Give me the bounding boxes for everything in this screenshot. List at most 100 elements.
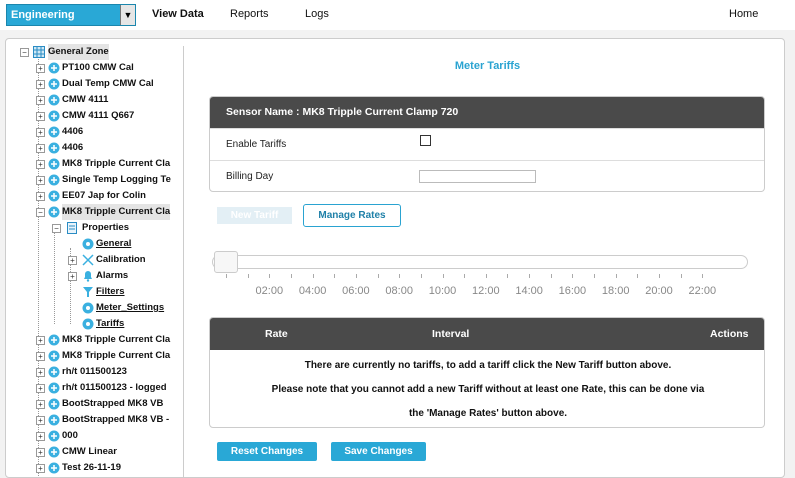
expand-icon[interactable]: + (36, 176, 45, 185)
slider-tick (247, 274, 249, 278)
expand-icon[interactable]: + (36, 80, 45, 89)
panel-divider (183, 46, 184, 478)
expand-icon[interactable]: + (36, 400, 45, 409)
expand-icon[interactable]: + (36, 160, 45, 169)
tree-label: rh/t 011500123 (62, 366, 127, 377)
table-header: Rate Interval Actions (210, 318, 764, 350)
expand-icon[interactable]: + (36, 448, 45, 457)
save-changes-button[interactable]: Save Changes (331, 442, 426, 461)
tree-label: BootStrapped MK8 VB (62, 398, 164, 409)
page-title: Meter Tariffs (454, 60, 521, 72)
tree-label: MK8 Tripple Current Cla (62, 158, 171, 169)
sensor-icon (48, 190, 60, 202)
nav-home[interactable]: Home (729, 8, 758, 20)
slider-tick (355, 274, 357, 278)
empty-message-1: There are currently no tariffs, to add a… (304, 360, 672, 371)
interval-header: Interval (432, 328, 470, 340)
expand-icon[interactable]: + (36, 112, 45, 121)
expand-icon[interactable]: + (36, 432, 45, 441)
slider-tick (550, 274, 552, 278)
sensor-name: Sensor Name : MK8 Tripple Current Clamp … (210, 97, 764, 128)
expand-icon[interactable]: + (36, 192, 45, 201)
slider-tick-label: 10:00 (428, 285, 457, 297)
new-tariff-button[interactable]: New Tariff (217, 207, 292, 224)
collapse-icon[interactable]: − (20, 48, 29, 57)
sensor-icon (48, 94, 60, 106)
grid-icon (33, 46, 45, 58)
manage-rates-button[interactable]: Manage Rates (303, 204, 401, 227)
slider-tick-label: 02:00 (255, 285, 284, 297)
tariff-table: Rate Interval Actions There are currentl… (209, 317, 765, 428)
actions-header: Actions (710, 328, 749, 340)
slider-tick-label: 12:00 (472, 285, 500, 297)
expand-icon[interactable]: + (36, 368, 45, 377)
sensor-icon (48, 462, 60, 474)
tree-label: CMW 4111 (62, 94, 109, 105)
collapse-icon[interactable]: − (52, 224, 61, 233)
top-bar: Engineering ▼ View Data Reports Logs Hom… (0, 0, 795, 30)
tree-label: BootStrapped MK8 VB - (62, 414, 170, 425)
time-slider-handle[interactable] (214, 251, 238, 273)
tree-label: Filters (96, 286, 125, 297)
sensor-icon (48, 382, 60, 394)
department-select[interactable]: Engineering ▼ (6, 4, 136, 26)
expand-icon[interactable]: + (36, 384, 45, 393)
sensor-icon (48, 334, 60, 346)
expand-icon[interactable]: + (36, 352, 45, 361)
tree-label: rh/t 011500123 - logged (62, 382, 167, 393)
sensor-icon (48, 430, 60, 442)
expand-icon[interactable]: + (36, 464, 45, 473)
enable-tariffs-checkbox[interactable] (420, 135, 431, 146)
sensor-icon (48, 78, 60, 90)
meter-icon (82, 302, 94, 314)
expand-icon[interactable]: + (68, 272, 77, 281)
tree-line (54, 232, 55, 324)
tree-label: 4406 (62, 142, 84, 153)
tree-label: MK8 Tripple Current Cla (62, 350, 171, 361)
sensor-icon (48, 414, 60, 426)
reset-changes-button[interactable]: Reset Changes (217, 442, 317, 461)
nav-view-data[interactable]: View Data (152, 8, 204, 20)
expand-icon[interactable]: + (36, 128, 45, 137)
calibration-icon (82, 254, 94, 266)
empty-message-3: the 'Manage Rates' button above. (408, 408, 568, 419)
tree-label: PT100 CMW Cal (62, 62, 134, 73)
nav-logs[interactable]: Logs (305, 8, 329, 20)
collapse-icon[interactable]: − (36, 208, 45, 217)
tree-label: MK8 Tripple Current Cla (62, 334, 171, 345)
slider-tick (637, 274, 639, 278)
dropdown-arrow-icon[interactable]: ▼ (120, 5, 135, 25)
expand-icon[interactable]: + (36, 64, 45, 73)
billing-day-label: Billing Day (226, 171, 274, 182)
sensor-icon (48, 398, 60, 410)
tree-label: MK8 Tripple Current Cla (62, 204, 171, 220)
expand-icon[interactable]: + (36, 336, 45, 345)
tree-label: Properties (82, 222, 129, 233)
tree-label: CMW 4111 Q667 (62, 110, 135, 121)
sensor-card: Sensor Name : MK8 Tripple Current Clamp … (209, 96, 765, 192)
tree-label: General (96, 238, 132, 249)
sensor-icon (48, 126, 60, 138)
filter-icon (83, 287, 93, 297)
sensor-icon (48, 350, 60, 362)
slider-tick (420, 274, 422, 278)
tree-label: Tariffs (96, 318, 125, 329)
tree-label: CMW Linear (62, 446, 117, 457)
expand-icon[interactable]: + (68, 256, 77, 265)
tree-label: Single Temp Logging Te (62, 174, 171, 185)
slider-tick-label: 08:00 (385, 285, 413, 297)
info-icon (82, 238, 94, 250)
slider-tick-label: 06:00 (342, 285, 370, 297)
billing-day-input[interactable] (419, 170, 536, 183)
tariff-icon (82, 318, 94, 330)
nav-reports[interactable]: Reports (230, 8, 269, 20)
time-slider-track[interactable] (212, 255, 748, 269)
slider-tick-label: 16:00 (558, 285, 587, 297)
billing-day-row: Billing Day (210, 160, 764, 191)
sensor-icon (48, 142, 60, 154)
enable-tariffs-row: Enable Tariffs (210, 128, 764, 160)
tree-label: General Zone (48, 44, 109, 60)
expand-icon[interactable]: + (36, 96, 45, 105)
expand-icon[interactable]: + (36, 144, 45, 153)
expand-icon[interactable]: + (36, 416, 45, 425)
